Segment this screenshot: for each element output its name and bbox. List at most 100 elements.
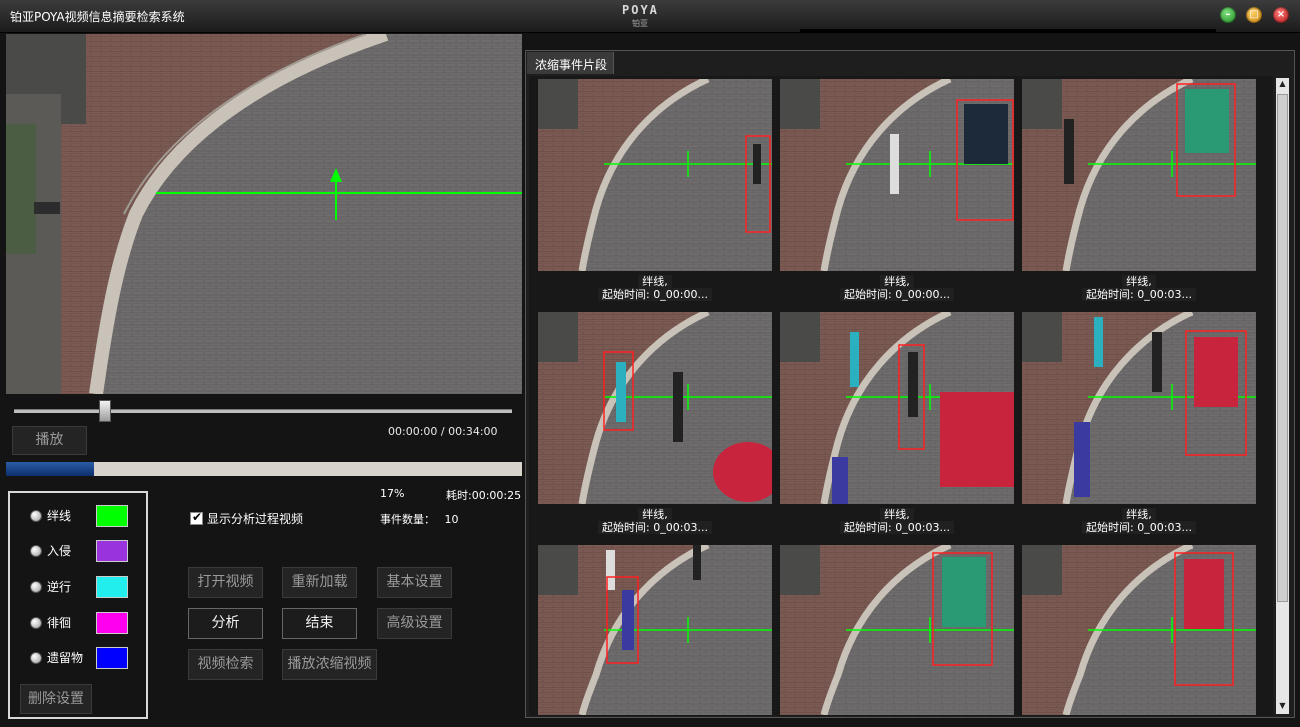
event-count-label: 事件数量： — [380, 513, 435, 526]
event-label: 遗留物 — [47, 651, 84, 665]
clip-start-time: 起始时间: 0_00:03... — [1082, 288, 1196, 301]
clip-thumbnail[interactable] — [1022, 79, 1256, 271]
basic-settings-button[interactable]: 基本设置 — [377, 567, 452, 598]
clip-frame — [780, 312, 1014, 504]
clip-caption: 绊线, 起始时间: 0_00:00... — [780, 275, 1014, 301]
event-option-loitering[interactable]: 徘徊 — [30, 612, 140, 638]
seek-slider-handle[interactable] — [98, 400, 111, 422]
analysis-progress-fill — [6, 462, 94, 476]
color-swatch[interactable] — [96, 576, 128, 598]
time-display: 00:00:00 / 00:34:00 — [388, 425, 498, 438]
logo-mark: POYA — [622, 3, 659, 17]
event-label: 绊线 — [47, 509, 72, 523]
seek-slider[interactable] — [14, 409, 512, 413]
clip-frame — [1022, 79, 1256, 271]
clip-caption: 绊线, 起始时间: 0_00:03... — [780, 508, 1014, 534]
radio-icon[interactable] — [30, 510, 42, 522]
clip-caption: 绊线, 起始时间: 0_00:03... — [538, 508, 772, 534]
checkmark-icon: ✔ — [192, 510, 203, 524]
clip-thumbnail[interactable] — [1022, 312, 1256, 504]
progress-percent: 17% — [380, 487, 405, 500]
show-analysis-label: 显示分析过程视频 — [207, 512, 304, 526]
color-swatch[interactable] — [96, 540, 128, 562]
radio-icon[interactable] — [30, 581, 42, 593]
clip-type: 绊线, — [880, 508, 914, 521]
reload-button[interactable]: 重新加载 — [282, 567, 357, 598]
advanced-settings-button[interactable]: 高级设置 — [377, 608, 452, 639]
clip-type: 绊线, — [638, 275, 672, 288]
clip-thumbnail[interactable] — [538, 545, 772, 715]
radio-icon[interactable] — [30, 545, 42, 557]
clip-thumbnail[interactable] — [780, 79, 1014, 271]
event-option-retrograde[interactable]: 逆行 — [30, 576, 140, 602]
clip-frame — [538, 312, 772, 504]
clip-caption: 绊线, 起始时间: 0_00:00... — [538, 275, 772, 301]
clip-thumbnail[interactable] — [780, 312, 1014, 504]
clip-caption: 绊线, 起始时间: 0_00:03... — [1022, 275, 1256, 301]
clip-start-time: 起始时间: 0_00:03... — [1082, 521, 1196, 534]
color-swatch[interactable] — [96, 505, 128, 527]
scrollbar-thumb[interactable] — [1277, 94, 1288, 602]
event-option-intrusion[interactable]: 入侵 — [30, 540, 140, 566]
elapsed-label: 耗时: — [446, 489, 472, 502]
minimize-button[interactable]: – — [1220, 7, 1236, 23]
radio-icon[interactable] — [30, 617, 42, 629]
analyze-button[interactable]: 分析 — [188, 608, 263, 639]
app-title: 铂亚POYA视频信息摘要检索系统 — [10, 10, 185, 24]
clip-frame — [538, 79, 772, 271]
video-preview[interactable] — [6, 34, 522, 394]
clip-thumbnail[interactable] — [1022, 545, 1256, 715]
clip-frame — [538, 545, 772, 715]
clip-thumbnail[interactable] — [538, 79, 772, 271]
time-separator: / — [440, 425, 445, 438]
color-swatch[interactable] — [96, 647, 128, 669]
end-button[interactable]: 结束 — [282, 608, 357, 639]
clip-start-time: 起始时间: 0_00:03... — [840, 521, 954, 534]
clip-thumbnail[interactable] — [780, 545, 1014, 715]
clip-type: 绊线, — [638, 508, 672, 521]
clip-type: 绊线, — [1122, 275, 1156, 288]
event-label: 逆行 — [47, 580, 72, 594]
scroll-up-arrow-icon[interactable]: ▲ — [1277, 79, 1288, 90]
clip-caption: 绊线, 起始时间: 0_00:03... — [1022, 508, 1256, 534]
current-time: 00:00:00 — [388, 425, 438, 438]
event-count-value: 10 — [444, 513, 459, 526]
clip-frame — [1022, 545, 1256, 715]
event-option-left-object[interactable]: 遗留物 — [30, 647, 140, 673]
video-search-button[interactable]: 视频检索 — [188, 649, 263, 680]
maximize-button[interactable]: □ — [1246, 7, 1262, 23]
tab-label: 浓缩事件片段 — [535, 58, 608, 72]
clip-thumbnail[interactable] — [538, 312, 772, 504]
poya-logo: POYA 铂亚 — [622, 3, 666, 29]
logo-sub: 铂亚 — [632, 19, 648, 28]
color-swatch[interactable] — [96, 612, 128, 634]
show-analysis-checkbox[interactable]: ✔ 显示分析过程视频 — [190, 510, 330, 528]
tab-condensed-events[interactable]: 浓缩事件片段 — [527, 52, 614, 74]
clip-type: 绊线, — [1122, 508, 1156, 521]
clip-type: 绊线, — [880, 275, 914, 288]
radio-icon[interactable] — [30, 652, 42, 664]
event-label: 徘徊 — [47, 616, 72, 630]
delete-settings-button[interactable]: 删除设置 — [20, 684, 92, 714]
event-label: 入侵 — [47, 544, 72, 558]
maximize-icon: □ — [1249, 9, 1259, 20]
event-option-tripwire[interactable]: 绊线 — [30, 505, 140, 531]
play-condensed-video-button[interactable]: 播放浓缩视频 — [282, 649, 377, 680]
analysis-progress-bar — [6, 462, 522, 476]
clip-frame — [1022, 312, 1256, 504]
total-time: 00:34:00 — [448, 425, 498, 438]
elapsed-time: 耗时:00:00:25 — [446, 487, 521, 503]
minimize-icon: – — [1225, 9, 1231, 20]
event-count: 事件数量： 10 — [380, 511, 459, 527]
checkbox-box[interactable]: ✔ — [190, 510, 203, 525]
close-button[interactable]: × — [1273, 7, 1289, 23]
clip-frame — [780, 545, 1014, 715]
scroll-down-arrow-icon[interactable]: ▼ — [1277, 701, 1288, 712]
play-button[interactable]: 播放 — [12, 426, 87, 455]
clip-start-time: 起始时间: 0_00:00... — [598, 288, 712, 301]
clip-frame — [780, 79, 1014, 271]
clip-start-time: 起始时间: 0_00:03... — [598, 521, 712, 534]
close-icon: × — [1276, 9, 1286, 20]
title-strip — [800, 29, 1216, 32]
open-video-button[interactable]: 打开视频 — [188, 567, 263, 598]
